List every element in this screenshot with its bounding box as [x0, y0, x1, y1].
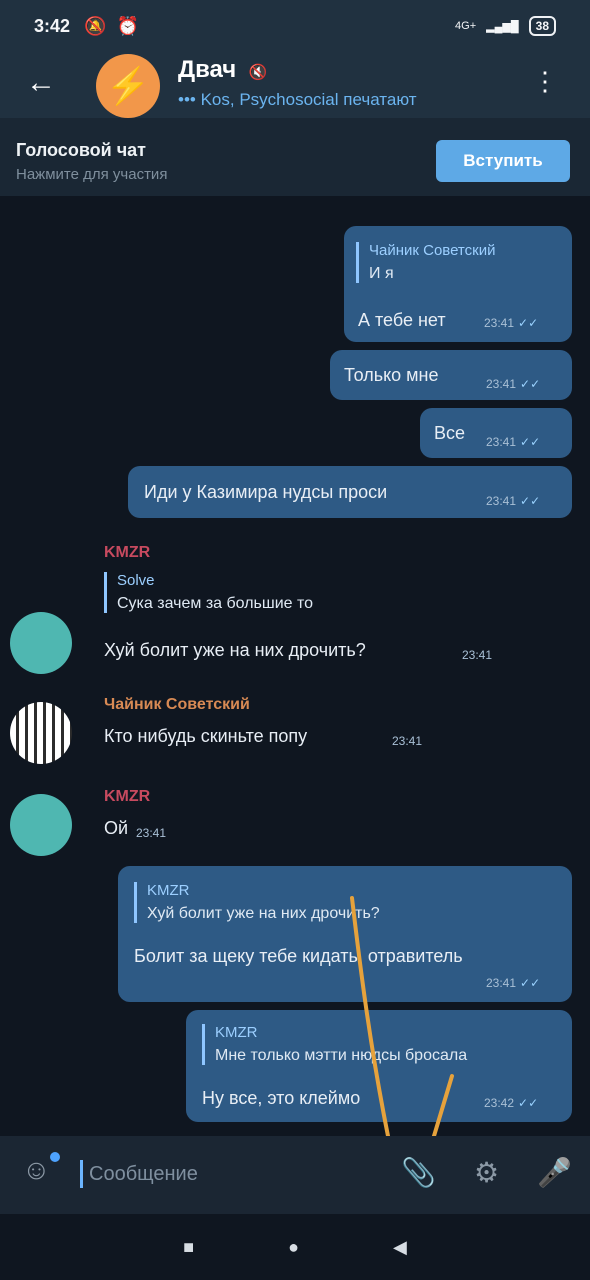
voice-chat-title: Голосовой чат	[16, 140, 146, 160]
channel-avatar[interactable]: ⚡	[96, 54, 160, 118]
alarm-icon: ⏰	[116, 15, 139, 36]
message-input[interactable]: Сообщение	[80, 1160, 198, 1188]
time-value: 23:41	[462, 648, 493, 662]
system-nav-bar: ■ ● ◀	[0, 1214, 590, 1280]
lightning-icon: ⚡	[105, 65, 151, 106]
read-receipt-icon: ✓✓	[518, 1096, 539, 1110]
message-text: Кто нибудь скиньте попу	[104, 726, 308, 746]
message-bubble[interactable]: KMZR Мне только мэтти нюдсы бросала Ну в…	[186, 1010, 572, 1122]
message-text: Ну все, это клеймо	[202, 1088, 361, 1108]
message-text: Хуй болит уже на них дрочить?	[104, 640, 366, 660]
recent-apps-icon[interactable]: ■	[183, 1237, 194, 1258]
message-bubble[interactable]: KMZR Ой 23:41	[92, 784, 212, 854]
message-bubble[interactable]: Иди у Казимира нудсы проси 23:41 ✓✓	[128, 466, 572, 518]
time-value: 23:41	[136, 826, 167, 840]
message-time: 23:41 ✓✓	[486, 494, 540, 508]
message-time: 23:42 ✓✓	[484, 1096, 538, 1110]
message-bubble[interactable]: Все 23:41 ✓✓	[420, 408, 572, 458]
home-icon[interactable]: ●	[288, 1237, 299, 1258]
emoji-icon[interactable]: ☺	[22, 1154, 51, 1186]
read-receipt-icon: ✓✓	[520, 377, 541, 391]
reply-quote[interactable]: KMZR Хуй болит уже на них дрочить?	[134, 882, 380, 923]
user-avatar[interactable]	[10, 612, 72, 674]
message-bubble[interactable]: Чайник Советский Кто нибудь скиньте попу…	[92, 690, 432, 762]
message-text: Болит за щеку тебе кидать, отравитель	[134, 946, 463, 966]
time-value: 23:41	[392, 734, 423, 748]
voice-chat-subtitle: Нажмите для участия	[16, 166, 168, 183]
reply-text: Хуй болит уже на них дрочить?	[147, 905, 380, 922]
more-menu-icon[interactable]: ⋮	[532, 66, 558, 97]
user-avatar[interactable]	[10, 702, 72, 764]
chat-area[interactable]: Чайник Советский И я А тебе нет 23:41 ✓✓ …	[0, 196, 590, 1136]
message-text: Все	[434, 423, 466, 443]
reply-quote[interactable]: Solve Сука зачем за большие то	[104, 572, 313, 613]
time-value: 23:41	[484, 316, 515, 330]
reply-author: Solve	[117, 572, 155, 589]
time-value: 23:41	[486, 435, 517, 449]
message-time: 23:41	[136, 826, 166, 840]
mute-icon: 🔇	[248, 64, 268, 81]
silent-icon: 🔕	[84, 15, 107, 36]
attach-icon[interactable]: 📎	[401, 1156, 436, 1189]
time-value: 23:41	[486, 377, 517, 391]
message-time: 23:41 ✓✓	[486, 435, 540, 449]
read-receipt-icon: ✓✓	[520, 976, 541, 990]
reply-text: И я	[369, 265, 394, 282]
status-time: 3:42	[34, 15, 71, 36]
status-bar: 3:42 🔕 ⏰ 4G+ ▂▄▆█ 38	[0, 0, 590, 52]
message-bubble[interactable]: KMZR Хуй болит уже на них дрочить? Болит…	[118, 866, 572, 1002]
read-receipt-icon: ✓✓	[520, 435, 541, 449]
battery-icon: 38	[528, 16, 556, 36]
reply-text: Мне только мэтти нюдсы бросала	[215, 1047, 468, 1064]
reply-author: KMZR	[147, 882, 190, 899]
message-text: Ой	[104, 818, 129, 838]
reply-quote[interactable]: Чайник Советский И я	[356, 242, 495, 283]
message-time: 23:41 ✓✓	[486, 377, 540, 391]
message-text: Иди у Казимира нудсы проси	[144, 482, 388, 502]
status-right: 4G+ ▂▄▆█ 38	[455, 16, 556, 36]
message-time: 23:41	[462, 648, 492, 662]
message-text: Только мне	[344, 365, 439, 385]
voice-chat-bar[interactable]: Голосовой чат Нажмите для участия Вступи…	[0, 118, 590, 196]
reply-author: Чайник Советский	[369, 242, 496, 259]
notification-dot	[50, 1152, 60, 1162]
message-time: 23:41 ✓✓	[484, 316, 538, 330]
message-composer: ☺ Сообщение 📎 ⚙ 🎤	[0, 1136, 590, 1214]
signal-icon: ▂▄▆█	[486, 20, 519, 33]
channel-title[interactable]: Двач 🔇	[178, 56, 268, 84]
message-bubble[interactable]: Только мне 23:41 ✓✓	[330, 350, 572, 400]
back-arrow-icon[interactable]: ←	[26, 66, 56, 100]
join-button[interactable]: Вступить	[436, 140, 570, 182]
sender-name[interactable]: KMZR	[104, 544, 150, 562]
message-text: А тебе нет	[358, 310, 446, 330]
message-bubble[interactable]: Чайник Советский И я А тебе нет 23:41 ✓✓	[344, 226, 572, 342]
bot-commands-icon[interactable]: ⚙	[474, 1156, 499, 1189]
composer-actions: 📎 ⚙ 🎤	[401, 1156, 572, 1189]
channel-name: Двач	[178, 56, 237, 83]
read-receipt-icon: ✓✓	[520, 494, 541, 508]
typing-status: ••• Kos, Psychosocial печатают	[178, 90, 417, 109]
microphone-icon[interactable]: 🎤	[537, 1156, 572, 1189]
user-avatar[interactable]	[10, 794, 72, 856]
reply-quote[interactable]: KMZR Мне только мэтти нюдсы бросала	[202, 1024, 467, 1065]
status-icons: 🔕 ⏰	[84, 16, 139, 37]
message-time: 23:41	[392, 734, 422, 748]
network-label: 4G+	[455, 20, 477, 32]
message-bubble[interactable]: KMZR Solve Сука зачем за большие то Хуй …	[92, 536, 512, 676]
time-value: 23:42	[484, 1096, 515, 1110]
sender-name[interactable]: KMZR	[104, 788, 150, 806]
back-icon[interactable]: ◀	[393, 1237, 407, 1258]
sender-name[interactable]: Чайник Советский	[104, 696, 250, 714]
reply-author: KMZR	[215, 1024, 258, 1041]
time-value: 23:41	[486, 976, 517, 990]
message-time: 23:41 ✓✓	[486, 976, 540, 990]
chat-header: ← ⚡ Двач 🔇 ••• Kos, Psychosocial печатаю…	[0, 52, 590, 118]
reply-text: Сука зачем за большие то	[117, 595, 314, 612]
time-value: 23:41	[486, 494, 517, 508]
read-receipt-icon: ✓✓	[518, 316, 539, 330]
